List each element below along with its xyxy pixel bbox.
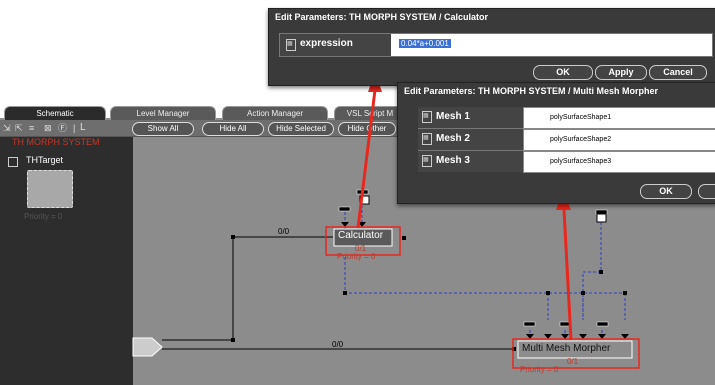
mesh-3-label: Mesh 3 [436, 155, 470, 166]
mesh-rows: ▦ Mesh 1 polySurfaceShape1 ▦ Mesh 2 poly… [418, 107, 715, 173]
wire-label-bottom: 0/0 [332, 340, 344, 349]
mesh-row-3: ▦ Mesh 3 polySurfaceShape3 [418, 151, 715, 173]
ok-button[interactable]: OK [533, 65, 593, 80]
parameter-icon: ▦ [422, 133, 432, 145]
morpher-node-priority: Priority = 0 [520, 365, 559, 374]
wire-label-top: 0/0 [278, 227, 290, 236]
morpher-node[interactable]: Multi Mesh Morpher [522, 343, 610, 354]
calculator-node-priority: Priority = 0 [337, 252, 376, 261]
mesh-2-field[interactable]: polySurfaceShape2 [523, 129, 715, 151]
ok-button[interactable]: OK [640, 184, 692, 199]
calculator-node[interactable]: Calculator [338, 230, 383, 241]
mesh-2-label: Mesh 2 [436, 133, 470, 144]
apply-button[interactable]: Apply [595, 65, 647, 80]
parameter-icon: ▦ [286, 39, 296, 51]
expression-field[interactable]: 0.04*a+0.001 [391, 34, 712, 56]
mesh-morpher-dialog: Edit Parameters: TH MORPH SYSTEM / Multi… [397, 82, 715, 204]
mesh-row-2: ▦ Mesh 2 polySurfaceShape2 [418, 129, 715, 151]
expression-label: expression [300, 38, 353, 49]
mesh-row-1: ▦ Mesh 1 polySurfaceShape1 [418, 107, 715, 129]
parameter-icon: ▦ [422, 155, 432, 167]
cancel-button[interactable]: Cancel [649, 65, 707, 80]
calculator-dialog: Edit Parameters: TH MORPH SYSTEM / Calcu… [268, 8, 715, 86]
mesh-3-field[interactable]: polySurfaceShape3 [523, 151, 715, 173]
parameter-icon: ▦ [422, 111, 432, 123]
mesh-1-label: Mesh 1 [436, 111, 470, 122]
apply-button-partial[interactable] [698, 184, 715, 199]
expression-selected-text: 0.04*a+0.001 [399, 39, 451, 48]
calculator-dialog-title: Edit Parameters: TH MORPH SYSTEM / Calcu… [275, 12, 489, 22]
morpher-node-io: 0/1 [567, 357, 579, 366]
mesh-1-field[interactable]: polySurfaceShape1 [523, 107, 715, 129]
mesh-morpher-dialog-title: Edit Parameters: TH MORPH SYSTEM / Multi… [404, 86, 659, 96]
expression-row: ▦ expression 0.04*a+0.001 [279, 33, 713, 57]
